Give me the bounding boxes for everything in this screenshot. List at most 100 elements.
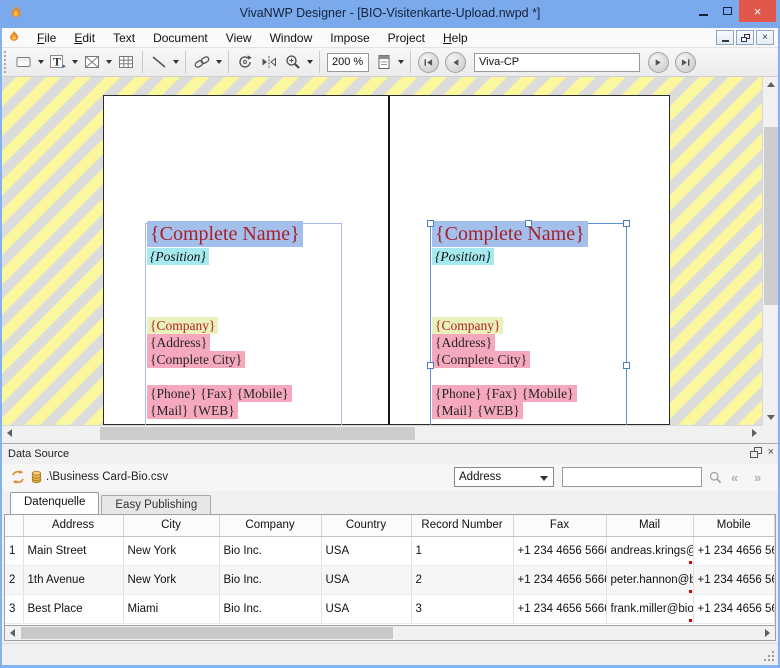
cell-country[interactable]: USA xyxy=(321,565,411,594)
menu-window[interactable]: Window xyxy=(261,29,322,47)
field-phone-fax-mobile[interactable]: {Phone} {Fax} {Mobile} xyxy=(432,385,577,402)
mdi-restore-button[interactable] xyxy=(736,30,754,45)
cell-city[interactable]: New York xyxy=(123,536,219,565)
rectangle-frame-tool-button[interactable] xyxy=(12,51,36,73)
document-canvas[interactable]: {Complete Name} {Position} {Company} {Ad… xyxy=(2,77,778,440)
cell-mail[interactable]: frank.miller@bio.c xyxy=(606,594,693,623)
tab-datenquelle[interactable]: Datenquelle xyxy=(10,492,99,514)
canvas-vertical-scrollbar[interactable] xyxy=(762,77,778,425)
menu-document[interactable]: Document xyxy=(144,29,217,47)
canvas-horizontal-scrollbar[interactable] xyxy=(2,425,762,440)
imposition-scheme-button[interactable] xyxy=(372,51,396,73)
column-header-country[interactable]: Country xyxy=(321,515,411,536)
selection-handle-top-right[interactable] xyxy=(623,220,630,227)
field-company[interactable]: {Company} xyxy=(147,317,218,334)
field-mail-web[interactable]: {Mail} {WEB} xyxy=(147,402,238,419)
first-page-button[interactable] xyxy=(418,52,439,73)
link-tool-dropdown[interactable] xyxy=(214,51,224,73)
toolbar-grip[interactable] xyxy=(4,51,8,73)
document-page[interactable]: {Complete Name} {Position} {Company} {Ad… xyxy=(103,95,670,425)
column-header-fax[interactable]: Fax xyxy=(513,515,606,536)
panel-close-icon[interactable]: × xyxy=(768,447,774,458)
cell-mobile[interactable]: +1 234 4656 56 xyxy=(693,594,775,623)
title-bar[interactable]: VivaNWP Designer - [BIO-Visitenkarte-Upl… xyxy=(0,0,780,28)
column-header-address[interactable]: Address xyxy=(23,515,123,536)
scroll-down-icon[interactable] xyxy=(767,415,775,420)
cell-mail[interactable]: andreas.krings@bi xyxy=(606,536,693,565)
previous-page-button[interactable] xyxy=(445,52,466,73)
menu-file[interactable]: File xyxy=(28,29,65,47)
cell-city[interactable]: Miami xyxy=(123,594,219,623)
field-complete-city[interactable]: {Complete City} xyxy=(432,351,530,368)
selection-handle-top-center[interactable] xyxy=(525,220,532,227)
record-search-input[interactable] xyxy=(562,467,702,487)
search-icon[interactable] xyxy=(708,470,723,490)
cell-city[interactable]: New York xyxy=(123,565,219,594)
cell-fax[interactable]: +1 234 4656 5666 xyxy=(513,536,606,565)
database-icon[interactable] xyxy=(29,469,44,490)
field-address[interactable]: {Address} xyxy=(147,334,210,351)
image-tool-dropdown[interactable] xyxy=(104,51,114,73)
cell-address[interactable]: Best Place xyxy=(23,594,123,623)
field-complete-name[interactable]: {Complete Name} xyxy=(147,221,303,247)
field-company[interactable]: {Company} xyxy=(432,317,503,334)
maximize-button[interactable] xyxy=(715,0,739,22)
cell-record-number[interactable]: 2 xyxy=(411,565,513,594)
minimize-button[interactable] xyxy=(691,0,715,22)
column-header-record-number[interactable]: Record Number xyxy=(411,515,513,536)
scroll-right-icon[interactable] xyxy=(752,429,757,437)
menu-edit[interactable]: Edit xyxy=(65,29,104,47)
text-frame-right-card-selected[interactable]: {Complete Name} {Position} {Company} {Ad… xyxy=(430,223,627,426)
row-number-cell[interactable]: 1 xyxy=(5,536,23,565)
column-header-mobile[interactable]: Mobile xyxy=(693,515,775,536)
selection-handle-mid-right[interactable] xyxy=(623,362,630,369)
text-tool-dropdown[interactable] xyxy=(70,51,80,73)
cell-mobile[interactable]: +1 234 4656 56 xyxy=(693,536,775,565)
menu-project[interactable]: Project xyxy=(379,29,434,47)
resize-grip[interactable] xyxy=(772,659,774,661)
row-number-cell[interactable]: 3 xyxy=(5,594,23,623)
refresh-icon[interactable] xyxy=(10,469,26,490)
table-horizontal-scrollbar[interactable] xyxy=(4,626,776,641)
cell-mobile[interactable]: +1 234 4656 56 xyxy=(693,565,775,594)
selection-handle-mid-left[interactable] xyxy=(427,362,434,369)
cell-address[interactable]: 1th Avenue xyxy=(23,565,123,594)
cell-country[interactable]: USA xyxy=(321,594,411,623)
cell-record-number[interactable]: 3 xyxy=(411,594,513,623)
last-page-button[interactable] xyxy=(675,52,696,73)
vertical-scroll-thumb[interactable] xyxy=(764,127,778,305)
menu-help[interactable]: Help xyxy=(434,29,477,47)
text-frame-tool-button[interactable]: T xyxy=(46,51,70,73)
field-phone-fax-mobile[interactable]: {Phone} {Fax} {Mobile} xyxy=(147,385,292,402)
data-source-panel-titlebar[interactable]: Data Source × xyxy=(2,444,778,464)
previous-record-icon[interactable]: « xyxy=(731,470,738,485)
zoom-tool-dropdown[interactable] xyxy=(305,51,315,73)
link-tool-button[interactable] xyxy=(190,51,214,73)
table-scroll-left-icon[interactable] xyxy=(10,629,15,637)
field-complete-city[interactable]: {Complete City} xyxy=(147,351,245,368)
rotate-tool-button[interactable] xyxy=(233,51,257,73)
column-header-mail[interactable]: Mail xyxy=(606,515,693,536)
horizontal-scroll-thumb[interactable] xyxy=(100,427,415,440)
line-tool-dropdown[interactable] xyxy=(171,51,181,73)
row-number-cell[interactable]: 2 xyxy=(5,565,23,594)
next-record-icon[interactable]: » xyxy=(754,470,761,485)
menu-view[interactable]: View xyxy=(217,29,261,47)
zoom-tool-button[interactable] xyxy=(281,51,305,73)
cell-company[interactable]: Bio Inc. xyxy=(219,536,321,565)
table-tool-button[interactable] xyxy=(114,51,138,73)
tab-easy-publishing[interactable]: Easy Publishing xyxy=(101,495,211,514)
cell-record-number[interactable]: 1 xyxy=(411,536,513,565)
table-scroll-right-icon[interactable] xyxy=(765,629,770,637)
selection-handle-top-left[interactable] xyxy=(427,220,434,227)
field-position[interactable]: {Position} xyxy=(432,248,494,265)
next-page-button[interactable] xyxy=(648,52,669,73)
field-position[interactable]: {Position} xyxy=(147,248,209,265)
cell-fax[interactable]: +1 234 4656 5666 xyxy=(513,565,606,594)
cell-fax[interactable]: +1 234 4656 5666 xyxy=(513,594,606,623)
mdi-minimize-button[interactable] xyxy=(716,30,734,45)
scroll-up-icon[interactable] xyxy=(767,82,775,87)
scheme-dropdown[interactable] xyxy=(396,51,406,73)
cell-company[interactable]: Bio Inc. xyxy=(219,594,321,623)
field-address[interactable]: {Address} xyxy=(432,334,495,351)
